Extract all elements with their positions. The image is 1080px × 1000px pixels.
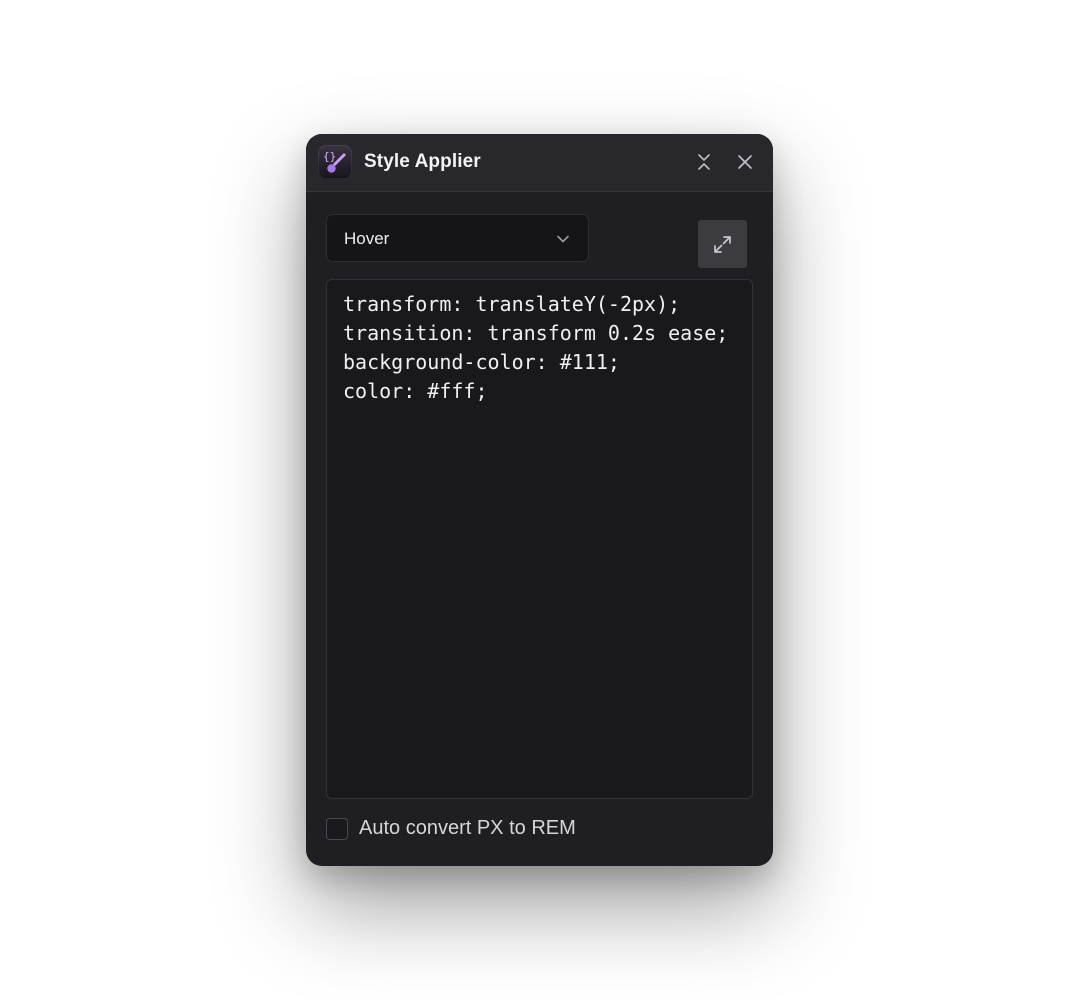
expand-icon [714, 236, 731, 253]
close-icon [738, 155, 752, 169]
auto-convert-checkbox[interactable] [326, 818, 348, 840]
code-line: transition: transform 0.2s ease; [343, 321, 729, 345]
expand-editor-button[interactable] [698, 220, 747, 268]
style-applier-panel: {} Style Applier Hover transform: transl… [306, 134, 773, 866]
window-title: Style Applier [364, 151, 481, 172]
collapse-icon [698, 154, 710, 170]
close-button[interactable] [734, 151, 756, 173]
auto-convert-label: Auto convert PX to REM [359, 817, 576, 839]
state-select-value: Hover [344, 229, 390, 248]
code-line: color: #fff; [343, 379, 488, 403]
code-brush-icon: {} [318, 145, 352, 179]
svg-text:{}: {} [323, 150, 336, 163]
css-editor[interactable]: transform: translateY(-2px); transition: … [326, 279, 753, 799]
code-line: transform: translateY(-2px); [343, 292, 681, 316]
state-select[interactable]: Hover [326, 214, 589, 262]
chevron-down-icon [556, 232, 570, 251]
code-line: background-color: #111; [343, 350, 620, 374]
panel-header[interactable]: {} Style Applier [306, 134, 773, 192]
collapse-button[interactable] [693, 151, 715, 173]
